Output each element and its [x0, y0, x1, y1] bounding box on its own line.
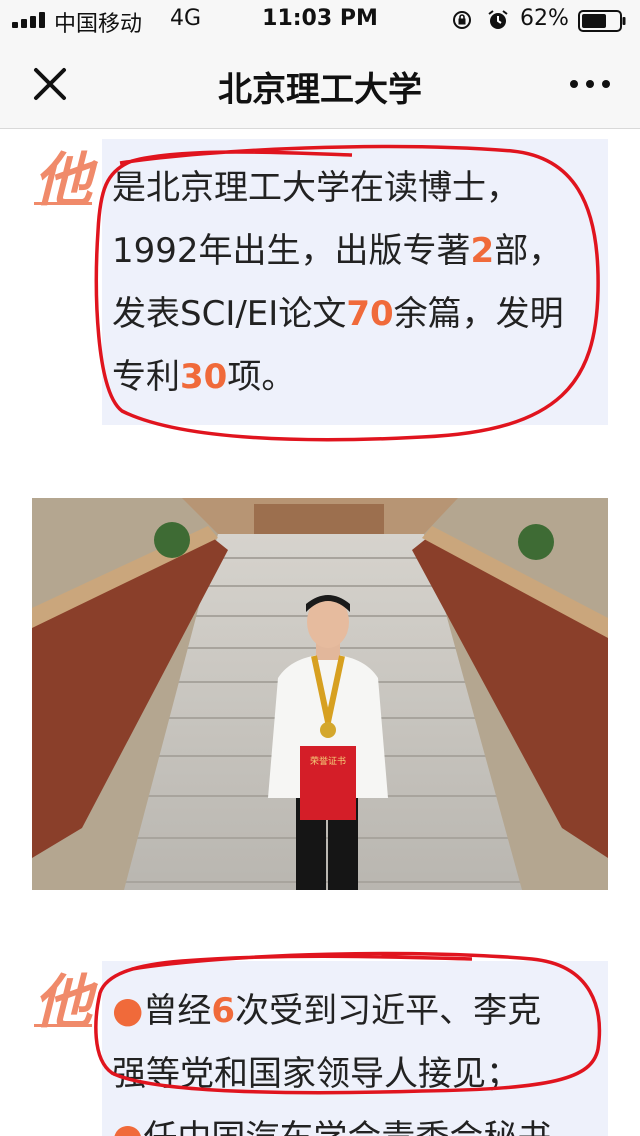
honors-line-1: ●曾经6次受到习近平、李克 [112, 990, 542, 1031]
honors-line-2: 强等党和国家领导人接见； [112, 1054, 520, 1094]
honors-line-3: ●任中国汽车学会青委会秘书 [112, 1106, 608, 1136]
award-photo: 荣誉证书 [32, 498, 608, 890]
bio-line-1: 是北京理工大学在读博士， [112, 168, 520, 208]
more-options-button[interactable] [566, 70, 616, 98]
bio-block: 是北京理工大学在读博士， 1992年出生，出版专著2部， 发表SCI/EI论文7… [102, 139, 608, 425]
article-content[interactable]: 他 是北京理工大学在读博士， 1992年出生，出版专著2部， 发表SCI/EI论… [0, 129, 640, 1136]
close-button[interactable] [30, 64, 70, 104]
signal-strength-icon [12, 12, 48, 28]
rotation-lock-icon [453, 11, 471, 29]
page-title: 北京理工大学 [218, 70, 422, 110]
ta-decoration-2: 他 [34, 968, 93, 1036]
photo-illustration: 荣誉证书 [32, 498, 608, 890]
alarm-clock-icon [488, 10, 508, 29]
bio-line-2: 1992年出生，出版专著2部， [112, 231, 563, 271]
bio-line-4: 专利30项。 [112, 357, 296, 397]
nav-bar: 北京理工大学 [0, 40, 640, 129]
battery-percentage: 62% [520, 6, 569, 31]
ta-decoration: 他 [34, 146, 93, 214]
carrier-name: 中国移动 [54, 12, 143, 37]
bio-line-3: 发表SCI/EI论文70余篇，发明 [112, 294, 564, 334]
battery-icon [578, 10, 626, 32]
honors-block: ●曾经6次受到习近平、李克 强等党和国家领导人接见； ●任中国汽车学会青委会秘书 [102, 961, 608, 1136]
network-type: 4G [170, 6, 202, 31]
certificate-title: 荣誉证书 [310, 755, 346, 767]
status-bar: 中国移动 4G 11:03 PM 62% [0, 0, 640, 40]
